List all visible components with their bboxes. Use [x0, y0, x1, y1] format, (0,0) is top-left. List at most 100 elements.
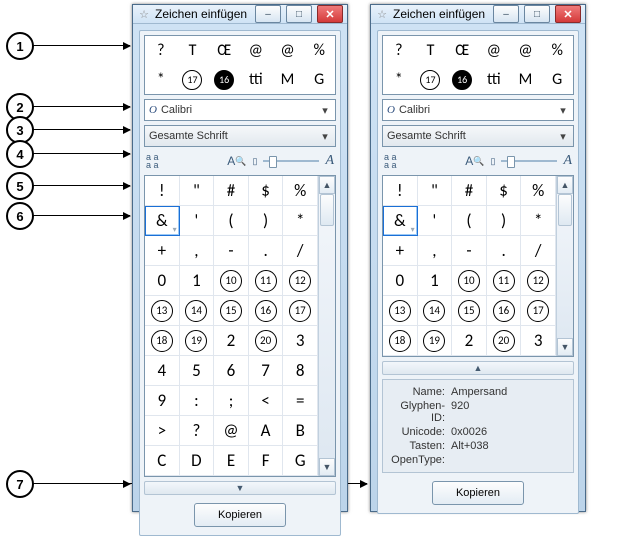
glyph-cell[interactable]: .	[249, 236, 284, 266]
glyph-cell[interactable]: (	[452, 206, 487, 236]
glyph-cell[interactable]: '	[180, 206, 215, 236]
glyph-cell[interactable]: 16	[249, 296, 284, 326]
maximize-button[interactable]: □	[524, 5, 550, 23]
zoom-in-icon[interactable]: A	[563, 153, 572, 169]
copy-button[interactable]: Kopieren	[432, 481, 524, 505]
recent-glyphs[interactable]: ?TŒ@@%*1716ttiMG	[382, 35, 574, 95]
glyph-cell[interactable]: )	[249, 206, 284, 236]
glyph-cell[interactable]: -	[452, 236, 487, 266]
recent-glyph-cell[interactable]: G	[541, 65, 573, 94]
glyph-cell[interactable]: *	[521, 206, 556, 236]
scroll-thumb[interactable]	[558, 194, 572, 226]
glyph-cell[interactable]: 17	[521, 296, 556, 326]
zoom-out-icon[interactable]: ▯	[490, 156, 495, 167]
glyph-cell[interactable]: )	[487, 206, 522, 236]
glyph-cell[interactable]: A	[249, 416, 284, 446]
recent-glyph-cell[interactable]: ?	[145, 36, 177, 65]
recent-glyph-cell[interactable]: 16	[208, 65, 240, 94]
glyph-cell[interactable]: 10	[452, 266, 487, 296]
glyph-cell[interactable]: 18	[383, 326, 418, 356]
minimize-button[interactable]: –	[493, 5, 519, 23]
glyph-cell[interactable]: 4	[145, 356, 180, 386]
close-button[interactable]: ✕	[555, 5, 581, 23]
glyph-cell[interactable]: .	[487, 236, 522, 266]
glyph-list[interactable]: !"#$%&▾'()*+,-./011011121314151617181922…	[382, 175, 574, 357]
zoom-slider[interactable]	[263, 155, 319, 167]
font-combo[interactable]: O Calibri ▾	[382, 99, 574, 121]
glyph-cell[interactable]: &▾	[145, 206, 180, 236]
glyph-cell[interactable]: 11	[487, 266, 522, 296]
glyph-cell[interactable]: "	[180, 176, 215, 206]
glyph-cell[interactable]: /	[521, 236, 556, 266]
glyph-cell[interactable]: '	[418, 206, 453, 236]
recent-glyph-cell[interactable]: %	[541, 36, 573, 65]
glyph-cell[interactable]: #	[214, 176, 249, 206]
recent-glyph-cell[interactable]: T	[177, 36, 209, 65]
scroll-thumb[interactable]	[320, 194, 334, 226]
titlebar[interactable]: ☆ Zeichen einfügen – □ ✕	[133, 5, 347, 24]
glyph-cell[interactable]: 6	[214, 356, 249, 386]
glyph-cell[interactable]: 5	[180, 356, 215, 386]
glyph-cell[interactable]: D	[180, 446, 215, 476]
recent-glyph-cell[interactable]: tti	[240, 65, 272, 94]
zoom-out-icon[interactable]: ▯	[252, 156, 257, 167]
recent-glyph-cell[interactable]: @	[478, 36, 510, 65]
search-glyph-icon[interactable]: A 🔍	[227, 154, 246, 168]
recent-glyph-cell[interactable]: *	[383, 65, 415, 94]
glyph-cell[interactable]: <	[249, 386, 284, 416]
glyph-cell[interactable]: @	[214, 416, 249, 446]
glyph-cell[interactable]: ;	[214, 386, 249, 416]
glyph-cell[interactable]: 14	[418, 296, 453, 326]
recent-glyph-cell[interactable]: %	[303, 36, 335, 65]
glyph-cell[interactable]: $	[249, 176, 284, 206]
glyph-cell[interactable]: 9	[145, 386, 180, 416]
glyph-cell[interactable]: 1	[418, 266, 453, 296]
glyph-cell[interactable]: C	[145, 446, 180, 476]
glyph-cell[interactable]: 14	[180, 296, 215, 326]
glyph-cell[interactable]: =	[283, 386, 318, 416]
glyph-cell[interactable]: $	[487, 176, 522, 206]
glyph-cell[interactable]: ,	[418, 236, 453, 266]
scroll-down-button[interactable]: ▼	[319, 458, 335, 476]
subset-combo[interactable]: Gesamte Schrift ▾	[382, 125, 574, 147]
recent-glyph-cell[interactable]: @	[272, 36, 304, 65]
glyph-cell[interactable]: 0	[145, 266, 180, 296]
recent-glyph-cell[interactable]: T	[415, 36, 447, 65]
glyph-cell[interactable]: 20	[487, 326, 522, 356]
glyph-cell[interactable]: +	[145, 236, 180, 266]
glyph-cell[interactable]: 19	[418, 326, 453, 356]
minimize-button[interactable]: –	[255, 5, 281, 23]
glyph-list[interactable]: !"#$%&▾'()*+,-./011011121314151617181922…	[144, 175, 336, 477]
glyph-cell[interactable]: ,	[180, 236, 215, 266]
glyph-cell[interactable]: 18	[145, 326, 180, 356]
recent-glyph-cell[interactable]: @	[510, 36, 542, 65]
glyph-cell[interactable]: *	[283, 206, 318, 236]
scrollbar[interactable]: ▲ ▼	[556, 176, 573, 356]
scroll-up-button[interactable]: ▲	[557, 176, 573, 194]
glyph-cell[interactable]: #	[452, 176, 487, 206]
recent-glyph-cell[interactable]: ?	[383, 36, 415, 65]
recent-glyph-cell[interactable]: 17	[177, 65, 209, 94]
glyph-cell[interactable]: 7	[249, 356, 284, 386]
recent-glyph-cell[interactable]: @	[240, 36, 272, 65]
glyph-cell[interactable]: 12	[521, 266, 556, 296]
glyph-cell[interactable]: &▾	[383, 206, 418, 236]
glyph-cell[interactable]: 3	[283, 326, 318, 356]
glyph-cell[interactable]: !	[145, 176, 180, 206]
glyph-cell[interactable]: 17	[283, 296, 318, 326]
glyph-cell[interactable]: 0	[383, 266, 418, 296]
show-alternates-icon[interactable]: a a a a	[384, 153, 397, 169]
info-disclosure-bar[interactable]: ▲	[382, 361, 574, 375]
glyph-cell[interactable]: 13	[383, 296, 418, 326]
glyph-cell[interactable]: %	[283, 176, 318, 206]
glyph-cell[interactable]: !	[383, 176, 418, 206]
recent-glyph-cell[interactable]: *	[145, 65, 177, 94]
titlebar[interactable]: ☆ Zeichen einfügen – □ ✕	[371, 5, 585, 24]
zoom-slider[interactable]	[501, 155, 557, 167]
glyph-cell[interactable]: >	[145, 416, 180, 446]
glyph-cell[interactable]: /	[283, 236, 318, 266]
recent-glyph-cell[interactable]: G	[303, 65, 335, 94]
glyph-cell[interactable]: B	[283, 416, 318, 446]
recent-glyph-cell[interactable]: 17	[415, 65, 447, 94]
glyph-cell[interactable]: :	[180, 386, 215, 416]
